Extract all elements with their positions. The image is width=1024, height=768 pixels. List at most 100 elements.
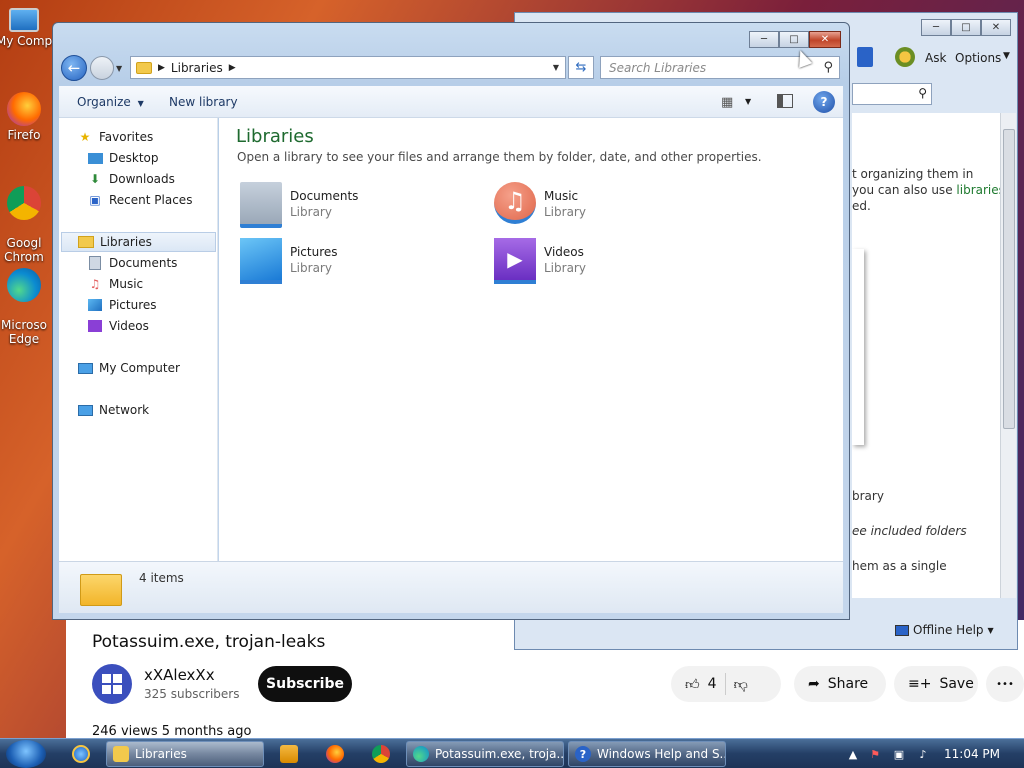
desktop-icon-my-computer[interactable]: My Comp — [0, 8, 56, 48]
chevron-right-icon[interactable]: ▶ — [229, 63, 236, 73]
computer-icon — [9, 8, 39, 32]
more-actions-button[interactable]: ••• — [986, 666, 1024, 702]
recent-pages-dropdown[interactable]: ▼ — [116, 64, 122, 73]
help-article: t organizing them in you can also use li… — [852, 113, 1000, 598]
thumbs-down-icon[interactable]: 👎︎ — [734, 676, 748, 693]
chevron-right-icon[interactable]: ▶ — [158, 63, 165, 73]
clock[interactable]: 11:04 PM — [944, 747, 1000, 761]
refresh-button[interactable]: ⇆ — [568, 56, 594, 79]
share-button[interactable]: ➦ Share — [794, 666, 886, 702]
taskbar-item-libraries[interactable]: Libraries — [106, 741, 264, 767]
nav-network[interactable]: Network — [77, 400, 236, 420]
maximize-button[interactable]: □ — [951, 19, 981, 36]
close-button[interactable]: ✕ — [981, 19, 1011, 36]
start-button[interactable] — [6, 740, 46, 768]
network-icon[interactable]: ▣ — [892, 747, 906, 761]
close-button[interactable]: ✕ — [809, 31, 841, 48]
nav-libraries[interactable]: Libraries — [61, 232, 216, 252]
options-button[interactable]: Options — [955, 51, 1001, 65]
picture-icon — [240, 238, 282, 284]
libraries-folder-icon — [78, 235, 94, 249]
chevron-down-icon: ▼ — [1003, 51, 1010, 61]
scrollbar-thumb[interactable] — [1003, 129, 1015, 429]
view-options-icon[interactable]: ▦ — [721, 95, 733, 110]
offline-help-button[interactable]: Offline Help ▼ — [895, 623, 994, 637]
page-title: Libraries — [236, 126, 314, 147]
like-dislike-group: 👍︎ 4 👎︎ — [671, 666, 781, 702]
thumbs-up-icon[interactable]: 👍︎ — [685, 676, 700, 693]
help-icon[interactable]: ? — [813, 91, 835, 113]
maximize-button[interactable]: □ — [779, 31, 809, 48]
channel-name[interactable]: xXAlexXx — [144, 666, 215, 684]
library-type: Library — [544, 205, 586, 219]
library-videos[interactable]: ▶ Videos Library — [490, 238, 720, 288]
chevron-down-icon: ▼ — [987, 625, 994, 635]
taskbar-item-help[interactable]: ? Windows Help and S... — [568, 741, 726, 767]
chevron-down-icon[interactable]: ▼ — [745, 97, 751, 106]
desktop-icon-chrome[interactable]: Googl Chrom — [0, 172, 56, 264]
like-count: 4 — [707, 676, 717, 692]
help-text-line: ed. — [852, 199, 871, 213]
explorer-window: ─ □ ✕ ← ▼ ▶ Libraries ▶ ▼ ⇆ Search Libra… — [52, 22, 850, 620]
edge-icon — [413, 746, 429, 762]
taskbar-item-edge[interactable]: Potassuim.exe, troja... — [406, 741, 564, 767]
share-icon: ➦ — [808, 676, 820, 692]
library-name: Pictures — [290, 245, 338, 259]
new-library-button[interactable]: New library — [169, 95, 238, 109]
playlist-add-icon: ≡+ — [908, 676, 932, 692]
show-hidden-icons-icon[interactable]: ▲ — [846, 747, 860, 761]
ask-icon — [895, 47, 915, 67]
nav-favorites[interactable]: ★ Favorites — [77, 127, 236, 147]
folder-icon — [136, 61, 152, 74]
search-placeholder: Search Libraries — [609, 61, 707, 75]
page-subtitle: Open a library to see your files and arr… — [237, 150, 762, 164]
firefox-icon[interactable] — [326, 745, 344, 763]
subscribe-button[interactable]: Subscribe — [258, 666, 352, 702]
more-icon: ••• — [996, 678, 1014, 690]
help-text-line: hem as a single — [852, 559, 947, 573]
search-icon[interactable]: ⚲ — [918, 86, 927, 100]
desktop-icon-label: My Comp — [0, 34, 53, 48]
preview-pane-icon[interactable] — [777, 94, 793, 108]
chrome-icon[interactable] — [372, 745, 390, 763]
desktop-icon-firefox[interactable]: Firefo — [0, 92, 56, 142]
desktop-icon-edge[interactable]: Microso Edge — [0, 254, 56, 346]
arrow-left-icon: ← — [67, 59, 81, 77]
browse-help-icon[interactable] — [857, 47, 873, 67]
help-window-controls: ─ □ ✕ — [921, 19, 1011, 36]
internet-explorer-icon[interactable] — [72, 745, 90, 763]
address-dropdown-icon[interactable]: ▼ — [553, 63, 559, 72]
refresh-icon: ⇆ — [575, 60, 587, 75]
content-pane: Libraries Open a library to see your fil… — [219, 118, 843, 561]
subscriber-count: 325 subscribers — [144, 687, 240, 701]
search-icon[interactable]: ⚲ — [823, 60, 833, 75]
library-name: Documents — [290, 189, 359, 203]
organize-button[interactable]: Organize ▼ — [77, 95, 144, 109]
document-icon — [240, 182, 282, 228]
minimize-button[interactable]: ─ — [921, 19, 951, 36]
volume-icon[interactable]: ♪ — [916, 747, 930, 761]
address-bar[interactable]: ▶ Libraries ▶ ▼ — [130, 56, 566, 79]
ask-button[interactable]: Ask — [925, 51, 946, 65]
channel-avatar[interactable] — [92, 664, 132, 704]
back-button[interactable]: ← — [61, 55, 87, 81]
minimize-button[interactable]: ─ — [749, 31, 779, 48]
desktop-icon-label: Firefo — [7, 128, 41, 142]
forward-button[interactable] — [90, 56, 114, 80]
video-icon — [87, 319, 103, 333]
save-button[interactable]: ≡+ Save — [894, 666, 978, 702]
breadcrumb-libraries[interactable]: Libraries — [171, 61, 223, 75]
libraries-link[interactable]: libraries — [956, 183, 1000, 197]
help-scrollbar[interactable] — [1000, 113, 1016, 598]
details-pane: 4 items — [59, 561, 843, 613]
library-pictures[interactable]: Pictures Library — [236, 238, 466, 288]
offline-help-label: Offline Help — [913, 623, 984, 637]
library-documents[interactable]: Documents Library — [236, 182, 466, 232]
nav-my-computer[interactable]: My Computer — [77, 358, 236, 378]
video-icon: ▶ — [494, 238, 536, 284]
save-label: Save — [939, 676, 974, 692]
help-search-box[interactable]: ⚲ — [852, 83, 932, 105]
library-music[interactable]: ♫ Music Library — [490, 182, 720, 232]
flag-alert-icon[interactable]: ⚑ — [868, 747, 882, 761]
media-player-icon[interactable] — [280, 745, 298, 763]
